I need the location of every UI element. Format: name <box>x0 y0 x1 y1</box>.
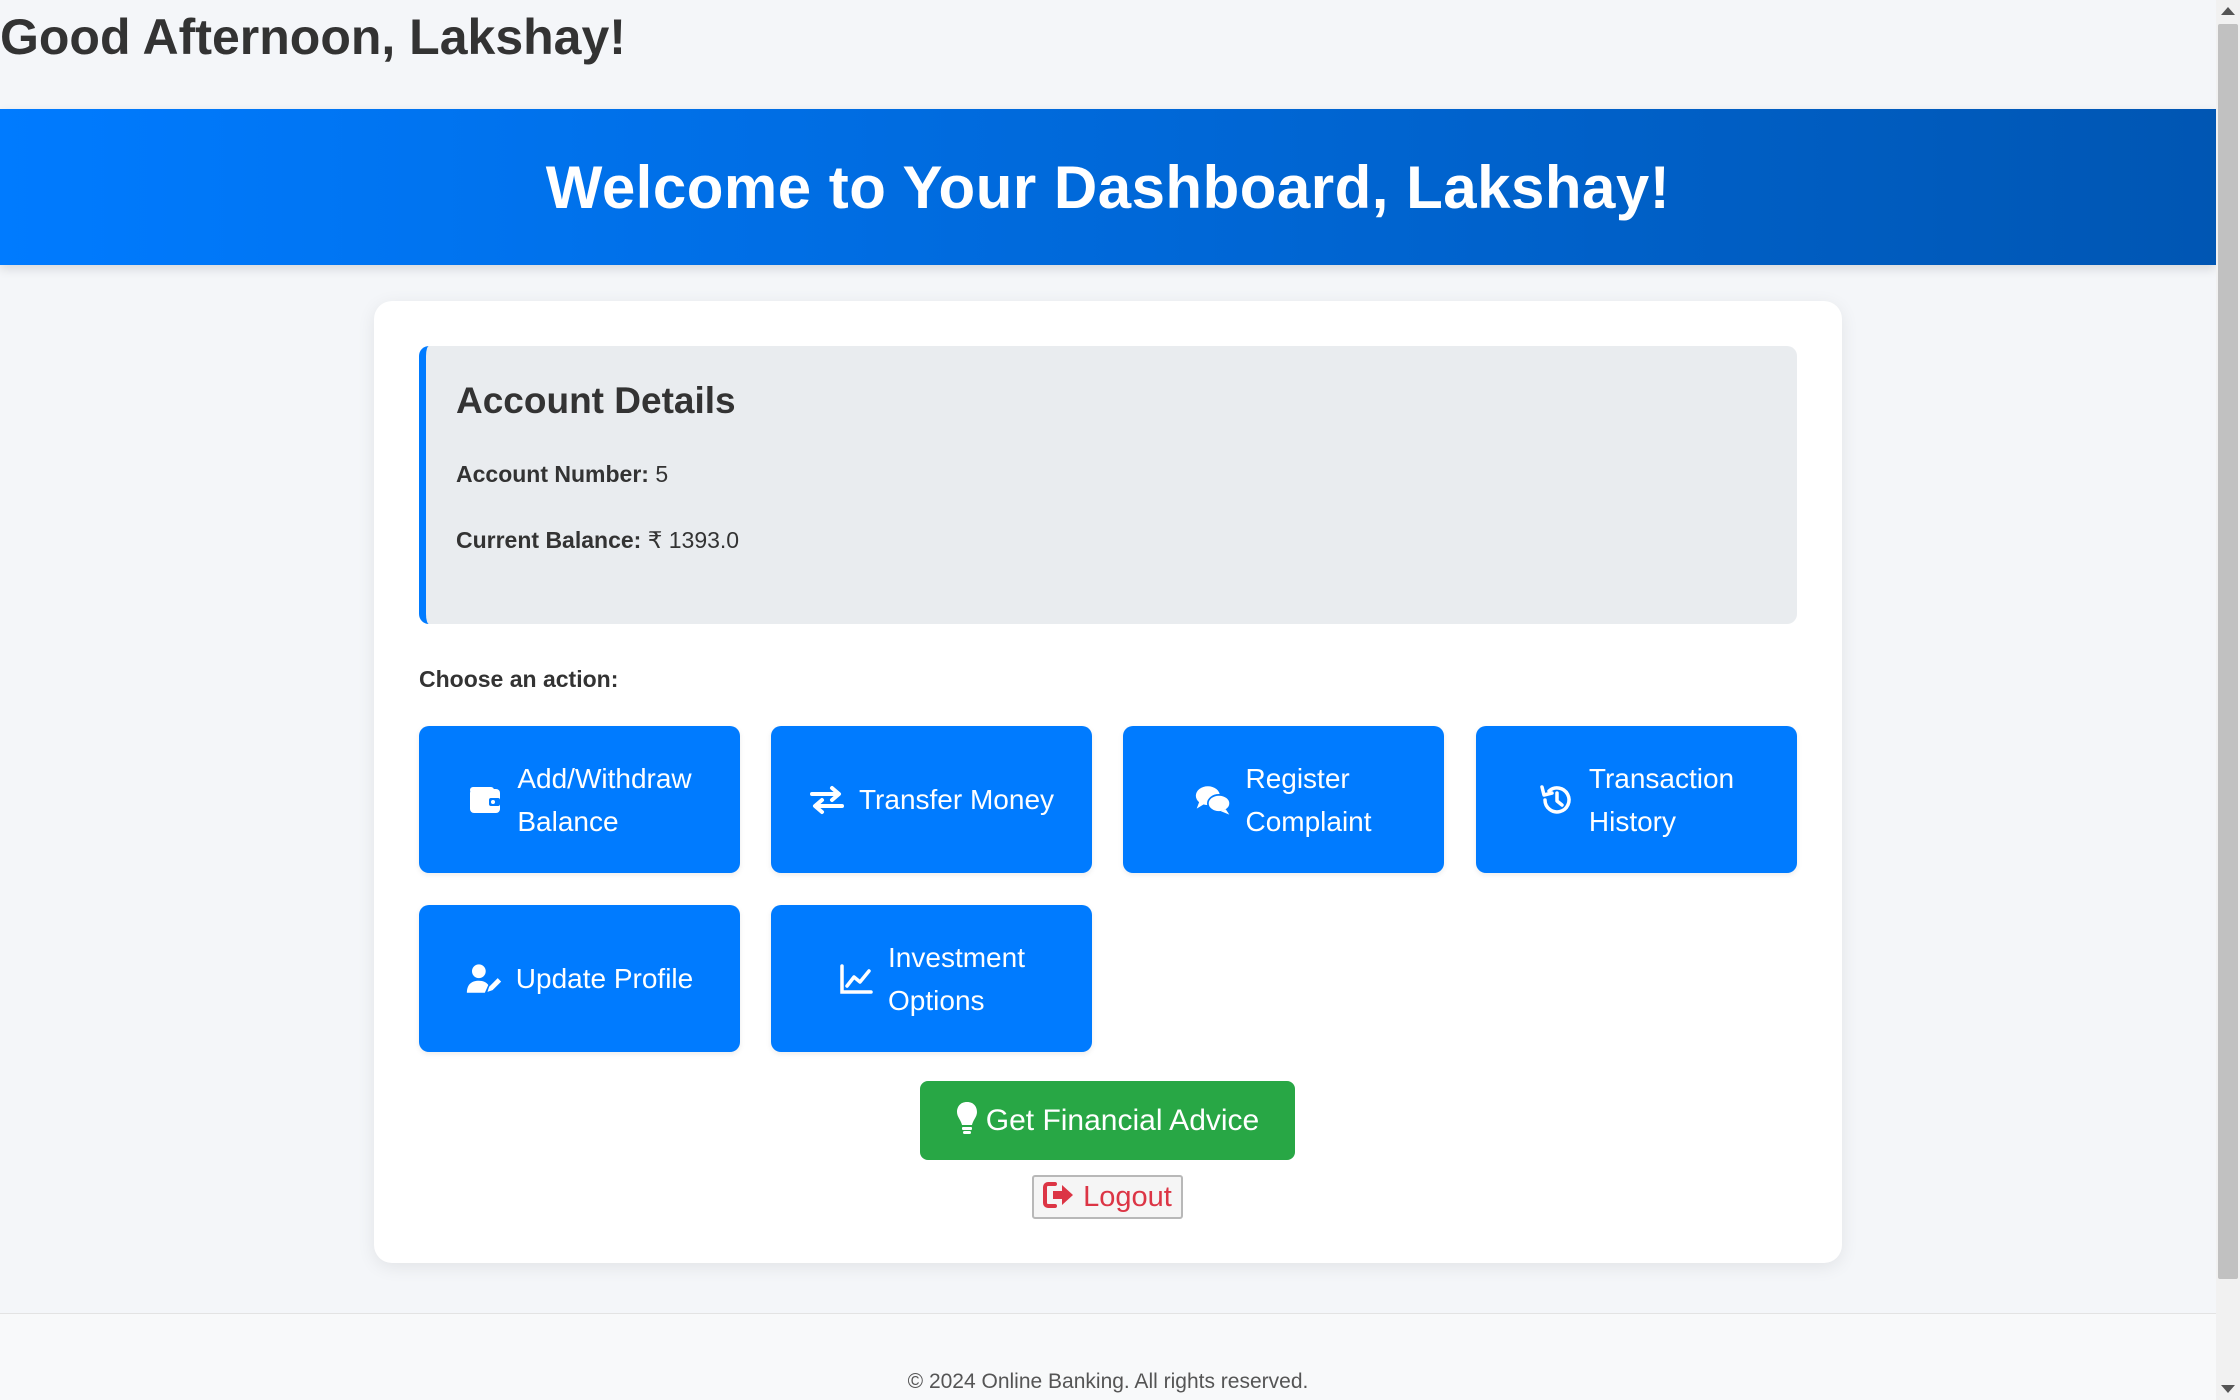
comments-icon <box>1195 782 1232 818</box>
sign-out-icon <box>1043 1181 1075 1214</box>
choose-action-label: Choose an action: <box>419 666 619 692</box>
transfer-arrows-icon <box>809 782 845 818</box>
account-details-heading: Account Details <box>456 380 736 421</box>
update-profile-label: Update Profile <box>515 963 694 994</box>
welcome-banner: Welcome to Your Dashboard, Lakshay! <box>0 109 2216 265</box>
scroll-up-arrow-icon[interactable] <box>2221 7 2235 15</box>
footer: © 2024 Online Banking. All rights reserv… <box>0 1313 2216 1400</box>
get-financial-advice-label: Get Financial Advice <box>985 1103 1260 1137</box>
account-number-label: Account Number: <box>456 461 649 487</box>
lightbulb-icon <box>956 1101 978 1140</box>
account-details-panel: Account Details Account Number: 5 Curren… <box>419 346 1797 624</box>
investment-options-label: Investment Options <box>888 941 1025 1016</box>
transaction-history-button[interactable]: Transaction History <box>1476 726 1797 873</box>
dashboard-card: Account Details Account Number: 5 Curren… <box>374 301 1842 1263</box>
account-number-row: Account Number: 5 <box>456 462 1767 486</box>
banner-title: Welcome to Your Dashboard, Lakshay! <box>545 153 1671 221</box>
get-financial-advice-button[interactable]: Get Financial Advice <box>920 1081 1295 1160</box>
footer-copyright: © 2024 Online Banking. All rights reserv… <box>907 1370 1309 1393</box>
dashboard-page: Good Afternoon, Lakshay! Welcome to Your… <box>0 0 2216 1400</box>
user-edit-icon <box>466 961 502 997</box>
account-number-value: 5 <box>648 461 669 487</box>
scrollbar-thumb[interactable] <box>2218 24 2238 1279</box>
logout-label: Logout <box>1083 1180 1172 1213</box>
chart-line-icon <box>838 961 874 997</box>
investment-options-button[interactable]: Investment Options <box>771 905 1092 1052</box>
vertical-scrollbar[interactable] <box>2216 0 2240 1400</box>
register-complaint-label: Register Complaint <box>1245 762 1372 837</box>
transfer-money-button[interactable]: Transfer Money <box>771 726 1092 873</box>
add-withdraw-balance-button[interactable]: Add/Withdraw Balance <box>419 726 740 873</box>
current-balance-value: ₹ 1393.0 <box>641 527 740 553</box>
transaction-history-label: Transaction History <box>1588 762 1735 837</box>
current-balance-row: Current Balance: ₹ 1393.0 <box>456 528 1767 552</box>
wallet-icon <box>467 782 503 818</box>
register-complaint-button[interactable]: Register Complaint <box>1123 726 1444 873</box>
transfer-money-label: Transfer Money <box>858 784 1055 815</box>
update-profile-button[interactable]: Update Profile <box>419 905 740 1052</box>
greeting-heading: Good Afternoon, Lakshay! <box>0 9 626 65</box>
current-balance-label: Current Balance: <box>456 527 642 553</box>
add-withdraw-balance-label: Add/Withdraw Balance <box>517 762 692 837</box>
history-icon <box>1539 782 1575 818</box>
logout-button[interactable]: Logout <box>1032 1175 1183 1219</box>
scroll-down-arrow-icon[interactable] <box>2221 1385 2235 1393</box>
